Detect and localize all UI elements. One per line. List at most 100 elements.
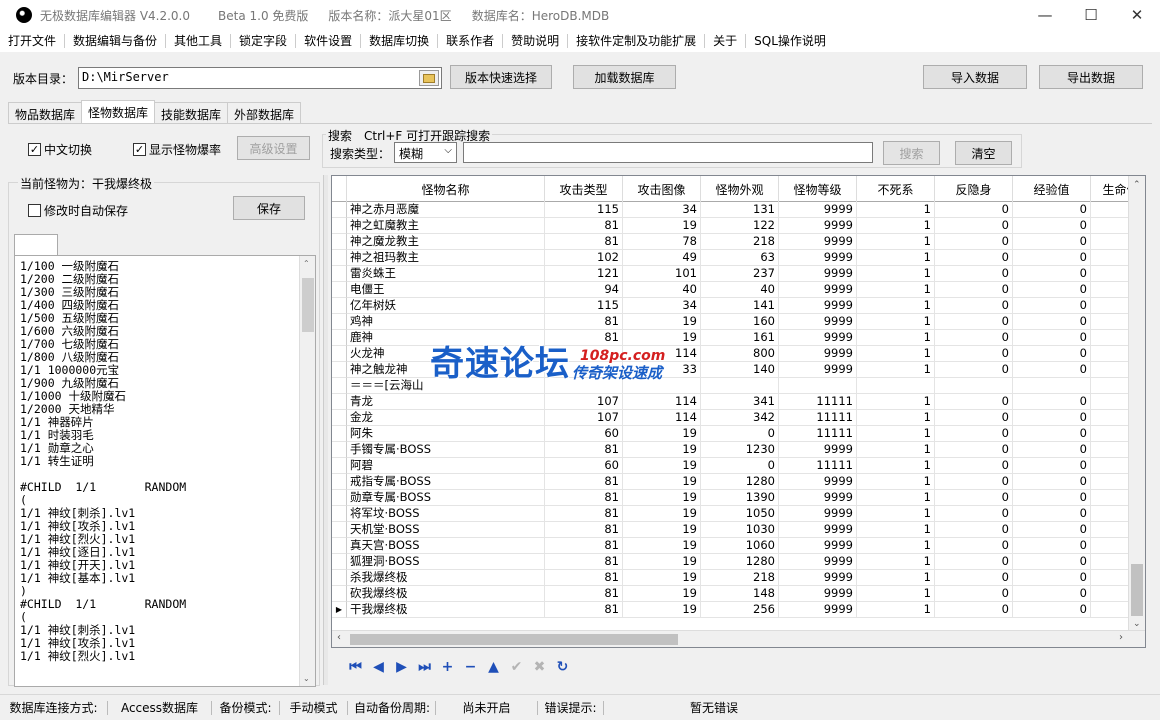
table-cell[interactable]: 81 xyxy=(545,570,623,586)
table-cell[interactable]: 0 xyxy=(935,474,1013,490)
table-cell[interactable]: 9999 xyxy=(779,266,857,282)
table-cell[interactable]: 19 xyxy=(623,490,701,506)
row-indicator[interactable] xyxy=(332,394,347,410)
table-cell[interactable]: 81 xyxy=(545,554,623,570)
column-header[interactable]: 不死系 xyxy=(857,176,935,202)
table-cell[interactable]: 1 xyxy=(857,346,935,362)
table-cell[interactable]: 火龙神 xyxy=(347,346,545,362)
menu-other-tools[interactable]: 其他工具 xyxy=(166,34,232,48)
table-cell[interactable]: 114 xyxy=(623,346,701,362)
drop-list-tab[interactable] xyxy=(14,234,58,256)
table-cell[interactable] xyxy=(1013,378,1091,394)
table-cell[interactable]: 81 xyxy=(545,586,623,602)
table-cell[interactable]: 9999 xyxy=(779,282,857,298)
table-cell[interactable] xyxy=(779,378,857,394)
clear-button[interactable]: 清空 xyxy=(955,141,1012,165)
table-cell[interactable]: 122 xyxy=(701,218,779,234)
table-cell[interactable]: 256 xyxy=(701,602,779,618)
table-cell[interactable] xyxy=(701,378,779,394)
table-cell[interactable]: 81 xyxy=(545,522,623,538)
table-row[interactable]: 金龙 107 114 342 11111 1 0 0 xyxy=(332,410,1145,426)
table-cell[interactable]: 1 xyxy=(857,474,935,490)
table-cell[interactable]: 19 xyxy=(623,442,701,458)
table-cell[interactable]: 9999 xyxy=(779,250,857,266)
table-cell[interactable]: 19 xyxy=(623,474,701,490)
table-cell[interactable]: 33 xyxy=(623,362,701,378)
scroll-right-icon[interactable]: › xyxy=(1119,632,1123,643)
table-cell[interactable] xyxy=(545,378,623,394)
scroll-thumb[interactable] xyxy=(302,278,314,332)
table-cell[interactable] xyxy=(545,362,623,378)
table-cell[interactable]: 81 xyxy=(545,442,623,458)
table-cell[interactable]: 114 xyxy=(623,410,701,426)
table-cell[interactable]: 0 xyxy=(1013,522,1091,538)
table-cell[interactable]: 0 xyxy=(1013,458,1091,474)
table-cell[interactable]: 19 xyxy=(623,314,701,330)
table-cell[interactable]: 115 xyxy=(545,298,623,314)
table-cell[interactable]: 1 xyxy=(857,410,935,426)
table-row[interactable]: 杀我爆终极 81 19 218 9999 1 0 0 xyxy=(332,570,1145,586)
table-cell[interactable]: 1 xyxy=(857,458,935,474)
table-cell[interactable]: 0 xyxy=(1013,426,1091,442)
table-cell[interactable]: 81 xyxy=(545,474,623,490)
scroll-thumb[interactable] xyxy=(1131,564,1143,616)
menu-lock-fields[interactable]: 锁定字段 xyxy=(231,34,297,48)
table-cell[interactable]: 天机堂·BOSS xyxy=(347,522,545,538)
scroll-down-icon[interactable]: ⌄ xyxy=(1133,619,1141,629)
table-row[interactable]: ＝＝＝[云海山 xyxy=(332,378,1145,394)
table-cell[interactable]: 0 xyxy=(701,458,779,474)
table-cell[interactable]: 218 xyxy=(701,234,779,250)
table-cell[interactable]: 9999 xyxy=(779,362,857,378)
table-cell[interactable]: 40 xyxy=(623,282,701,298)
table-cell[interactable]: 0 xyxy=(1013,586,1091,602)
table-row[interactable]: 火龙神 114 800 9999 1 0 0 xyxy=(332,346,1145,362)
table-cell[interactable]: 19 xyxy=(623,330,701,346)
table-cell[interactable]: 81 xyxy=(545,602,623,618)
table-cell[interactable]: 神之赤月恶魔 xyxy=(347,202,545,218)
table-cell[interactable]: 9999 xyxy=(779,506,857,522)
row-indicator[interactable] xyxy=(332,586,347,602)
table-cell[interactable]: 神之虹魔教主 xyxy=(347,218,545,234)
table-cell[interactable]: 1 xyxy=(857,426,935,442)
table-cell[interactable]: 1060 xyxy=(701,538,779,554)
table-cell[interactable]: 1 xyxy=(857,522,935,538)
row-indicator[interactable] xyxy=(332,442,347,458)
table-cell[interactable]: 148 xyxy=(701,586,779,602)
menu-settings[interactable]: 软件设置 xyxy=(296,34,362,48)
table-cell[interactable]: 114 xyxy=(623,394,701,410)
table-cell[interactable]: 102 xyxy=(545,250,623,266)
table-cell[interactable]: 雷炎蛛王 xyxy=(347,266,545,282)
row-indicator[interactable] xyxy=(332,234,347,250)
table-cell[interactable]: 1280 xyxy=(701,554,779,570)
table-cell[interactable]: 0 xyxy=(1013,442,1091,458)
prior-record-icon[interactable]: ◀ xyxy=(367,656,390,678)
row-indicator[interactable] xyxy=(332,554,347,570)
row-indicator[interactable] xyxy=(332,218,347,234)
tab-monsters[interactable]: 怪物数据库 xyxy=(81,100,156,124)
table-cell[interactable]: 0 xyxy=(935,602,1013,618)
row-indicator[interactable] xyxy=(332,474,347,490)
table-row[interactable]: 神之祖玛教主 102 49 63 9999 1 0 0 xyxy=(332,250,1145,266)
menu-sql-help[interactable]: SQL操作说明 xyxy=(746,34,834,48)
chinese-switch-checkbox[interactable]: ✓ 中文切换 xyxy=(28,141,92,158)
table-cell[interactable]: 1230 xyxy=(701,442,779,458)
table-cell[interactable]: 19 xyxy=(623,426,701,442)
row-indicator[interactable] xyxy=(332,330,347,346)
table-row[interactable]: 天机堂·BOSS 81 19 1030 9999 1 0 0 xyxy=(332,522,1145,538)
table-cell[interactable]: 1 xyxy=(857,266,935,282)
table-cell[interactable]: 0 xyxy=(935,346,1013,362)
table-cell[interactable]: 0 xyxy=(1013,506,1091,522)
table-cell[interactable]: 1 xyxy=(857,202,935,218)
table-cell[interactable]: 砍我爆终极 xyxy=(347,586,545,602)
table-cell[interactable]: 0 xyxy=(1013,298,1091,314)
table-cell[interactable]: 0 xyxy=(935,314,1013,330)
table-row[interactable]: 电僵王 94 40 40 9999 1 0 0 xyxy=(332,282,1145,298)
table-cell[interactable]: 11111 xyxy=(779,458,857,474)
table-cell[interactable]: 1 xyxy=(857,234,935,250)
dir-input[interactable]: D:\MirServer xyxy=(78,67,442,89)
table-cell[interactable]: 0 xyxy=(935,506,1013,522)
show-drop-rate-checkbox[interactable]: ✓ 显示怪物爆率 xyxy=(133,141,221,158)
table-cell[interactable]: 9999 xyxy=(779,586,857,602)
table-cell[interactable]: 1 xyxy=(857,602,935,618)
table-cell[interactable]: 49 xyxy=(623,250,701,266)
